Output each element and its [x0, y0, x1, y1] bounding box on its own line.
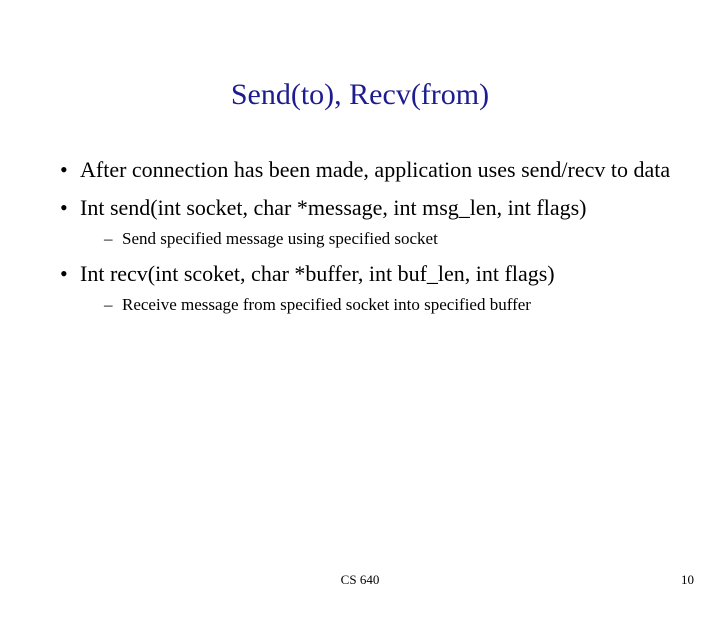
bullet-item: • Int send(int socket, char *message, in…	[60, 194, 680, 222]
bullet-marker: •	[60, 260, 80, 288]
bullet-item: • Int recv(int scoket, char *buffer, int…	[60, 260, 680, 288]
bullet-marker: •	[60, 194, 80, 222]
bullet-marker: •	[60, 156, 80, 184]
sub-bullet-marker: –	[104, 294, 122, 316]
bullet-text: Int recv(int scoket, char *buffer, int b…	[80, 260, 555, 288]
sub-bullet-text: Receive message from specified socket in…	[122, 294, 531, 316]
sub-bullet-text: Send specified message using specified s…	[122, 228, 438, 250]
footer-course: CS 640	[0, 572, 720, 588]
sub-bullet-item: – Send specified message using specified…	[60, 228, 680, 250]
bullet-item: • After connection has been made, applic…	[60, 156, 680, 184]
sub-bullet-marker: –	[104, 228, 122, 250]
bullet-text: After connection has been made, applicat…	[80, 156, 670, 184]
bullet-text: Int send(int socket, char *message, int …	[80, 194, 587, 222]
slide-title: Send(to), Recv(from)	[0, 78, 720, 112]
slide-body: • After connection has been made, applic…	[0, 156, 720, 316]
page-number: 10	[681, 572, 694, 588]
sub-bullet-item: – Receive message from specified socket …	[60, 294, 680, 316]
